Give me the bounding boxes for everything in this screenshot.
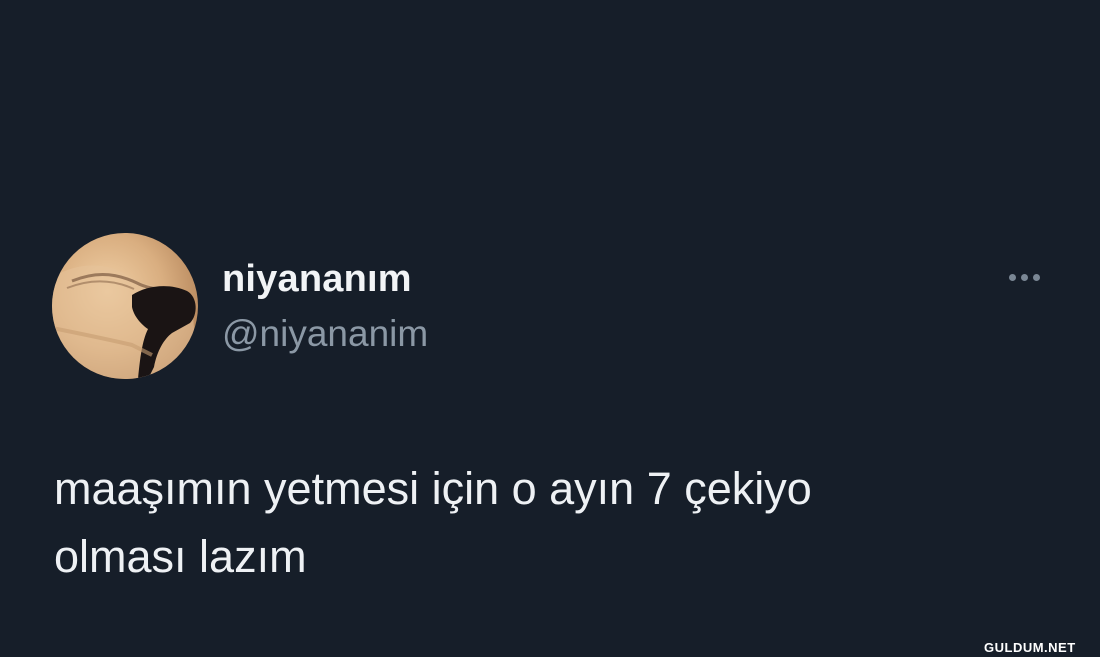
- tweet-card: niyananım @niyananim maaşımın yetmesi iç…: [0, 0, 1100, 657]
- more-horizontal-icon-dot: [1020, 273, 1028, 281]
- watermark: GULDUM.NET: [984, 640, 1076, 655]
- author-handle[interactable]: @niyananim: [222, 313, 428, 355]
- more-horizontal-icon: [1008, 273, 1016, 281]
- more-options-button[interactable]: [1000, 264, 1048, 290]
- more-horizontal-icon-dot: [1032, 273, 1040, 281]
- tweet-text: maaşımın yetmesi için o ayın 7 çekiyo ol…: [54, 455, 1064, 591]
- tweet-text-line-2: olması lazım: [54, 531, 307, 582]
- tweet-text-line-1: maaşımın yetmesi için o ayın 7 çekiyo: [54, 463, 812, 514]
- author-display-name[interactable]: niyananım: [222, 258, 412, 301]
- avatar[interactable]: [52, 233, 198, 379]
- avatar-photo: [52, 265, 198, 379]
